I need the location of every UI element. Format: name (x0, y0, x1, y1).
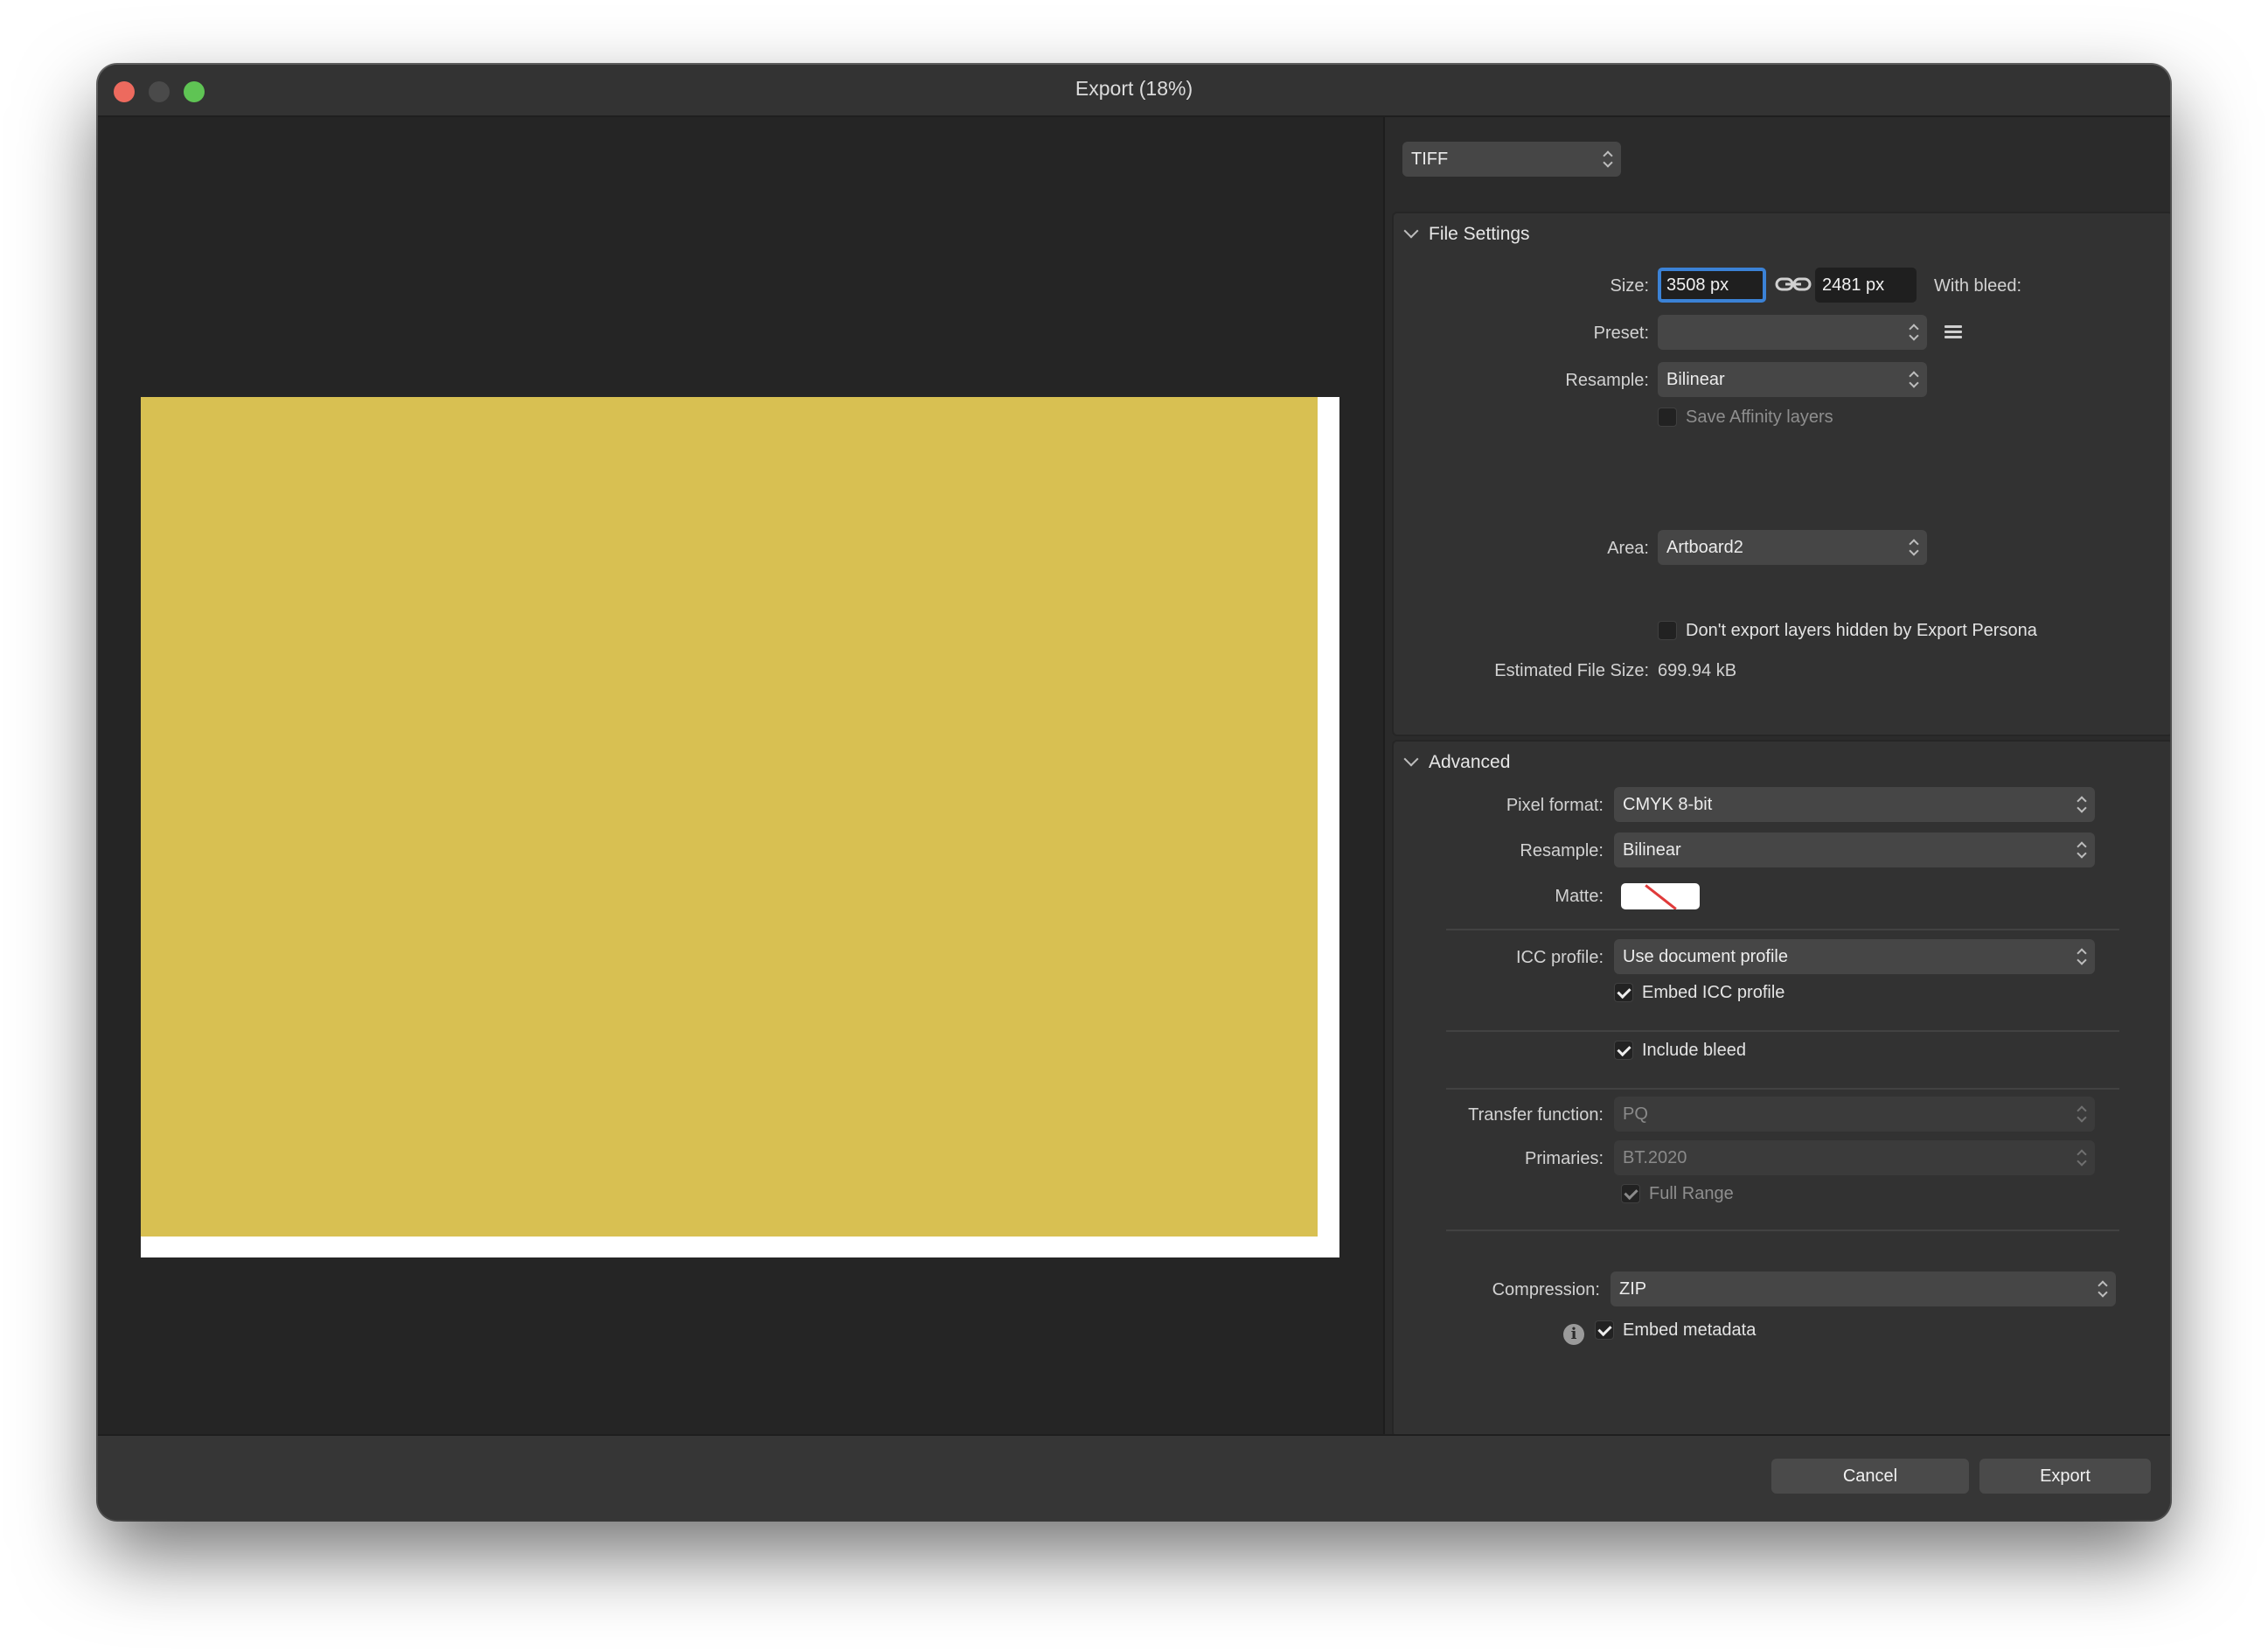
preset-label: Preset: (1593, 324, 1649, 343)
chevron-down-icon (1403, 223, 1419, 239)
dont-export-hidden-checkbox[interactable] (1658, 621, 1677, 640)
area-value: Artboard2 (1666, 538, 1743, 557)
pixel-format-label: Pixel format: (1506, 796, 1604, 815)
export-preview (98, 117, 1383, 1434)
embed-icc-checkbox[interactable] (1614, 983, 1633, 1002)
up-down-arrows-icon (2077, 1104, 2086, 1124)
transfer-function-label: Transfer function: (1468, 1105, 1604, 1125)
icc-profile-value: Use document profile (1623, 947, 1788, 966)
resample-select[interactable]: Bilinear (1658, 362, 1927, 397)
include-bleed-label: Include bleed (1642, 1041, 1746, 1060)
matte-label: Matte: (1555, 887, 1604, 906)
embed-metadata-checkbox[interactable] (1595, 1320, 1614, 1340)
file-settings-header[interactable]: File Settings (1403, 223, 1530, 245)
chevron-down-icon (1403, 751, 1419, 767)
preset-menu-icon[interactable] (1944, 325, 1962, 339)
title-bar: Export (18%) (98, 65, 2170, 117)
embed-metadata-label: Embed metadata (1623, 1320, 1757, 1340)
preset-select[interactable] (1658, 315, 1927, 350)
settings-sidebar: TIFF File Settings Size: 3508 px 2481 px… (1383, 117, 2170, 1438)
format-select[interactable]: TIFF (1402, 142, 1621, 177)
primaries-value: BT.2020 (1623, 1148, 1687, 1167)
height-input[interactable]: 2481 px (1815, 268, 1917, 303)
include-bleed-checkbox[interactable] (1614, 1041, 1633, 1060)
resample-label: Resample: (1565, 371, 1649, 390)
estimated-file-size-value: 699.94 kB (1658, 661, 1737, 680)
divider (1446, 929, 2119, 930)
link-dimensions-icon[interactable] (1775, 275, 1812, 294)
compression-value: ZIP (1619, 1279, 1647, 1299)
size-label: Size: (1610, 276, 1649, 296)
up-down-arrows-icon (1910, 538, 1918, 557)
up-down-arrows-icon (2077, 947, 2086, 966)
up-down-arrows-icon (2077, 840, 2086, 860)
compression-label: Compression: (1492, 1280, 1600, 1299)
advanced-resample-label: Resample: (1520, 841, 1604, 860)
transfer-function-value: PQ (1623, 1104, 1648, 1124)
up-down-arrows-icon (2077, 795, 2086, 814)
up-down-arrows-icon (1604, 150, 1612, 169)
icc-profile-select[interactable]: Use document profile (1614, 939, 2095, 974)
up-down-arrows-icon (1910, 370, 1918, 389)
up-down-arrows-icon (2077, 1148, 2086, 1167)
dialog-footer: Cancel Export (98, 1434, 2170, 1520)
advanced-resample-select[interactable]: Bilinear (1614, 832, 2095, 867)
save-affinity-layers-checkbox[interactable] (1658, 408, 1677, 427)
file-settings-title: File Settings (1429, 224, 1530, 244)
cancel-button[interactable]: Cancel (1771, 1459, 1969, 1494)
embed-icc-label: Embed ICC profile (1642, 983, 1785, 1002)
area-select[interactable]: Artboard2 (1658, 530, 1927, 565)
full-range-label: Full Range (1649, 1184, 1734, 1203)
up-down-arrows-icon (1910, 323, 1918, 342)
estimated-file-size-label: Estimated File Size: (1494, 661, 1649, 680)
transfer-function-select[interactable]: PQ (1614, 1097, 2095, 1132)
advanced-resample-value: Bilinear (1623, 840, 1681, 860)
export-button[interactable]: Export (1979, 1459, 2151, 1494)
file-settings-panel: File Settings Size: 3508 px 2481 px With… (1392, 212, 2170, 736)
pixel-format-select[interactable]: CMYK 8-bit (1614, 787, 2095, 822)
save-affinity-layers-label: Save Affinity layers (1686, 408, 1833, 427)
divider (1446, 1088, 2119, 1090)
area-label: Area: (1607, 539, 1649, 558)
pixel-format-value: CMYK 8-bit (1623, 795, 1713, 814)
matte-color-swatch[interactable] (1621, 883, 1700, 909)
up-down-arrows-icon (2098, 1279, 2107, 1299)
width-input[interactable]: 3508 px (1658, 268, 1766, 303)
dont-export-hidden-label: Don't export layers hidden by Export Per… (1686, 621, 2037, 640)
window-title: Export (18%) (1075, 77, 1193, 100)
divider (1446, 1230, 2119, 1231)
advanced-title: Advanced (1429, 752, 1511, 772)
resample-value: Bilinear (1666, 370, 1725, 389)
divider (1446, 1030, 2119, 1032)
artboard-preview (141, 397, 1318, 1237)
primaries-label: Primaries: (1524, 1149, 1604, 1168)
with-bleed-label: With bleed: (1934, 276, 2022, 296)
advanced-panel: Advanced Pixel format: CMYK 8-bit Resamp… (1392, 740, 2170, 1438)
compression-select[interactable]: ZIP (1611, 1271, 2116, 1306)
icc-profile-label: ICC profile: (1515, 948, 1604, 967)
primaries-select[interactable]: BT.2020 (1614, 1140, 2095, 1175)
advanced-header[interactable]: Advanced (1403, 751, 1511, 773)
format-value: TIFF (1411, 150, 1449, 169)
full-range-checkbox[interactable] (1621, 1184, 1640, 1203)
export-dialog: Export (18%) TIFF File Settings Size: 35… (98, 65, 2170, 1520)
info-icon[interactable]: i (1563, 1324, 1584, 1345)
